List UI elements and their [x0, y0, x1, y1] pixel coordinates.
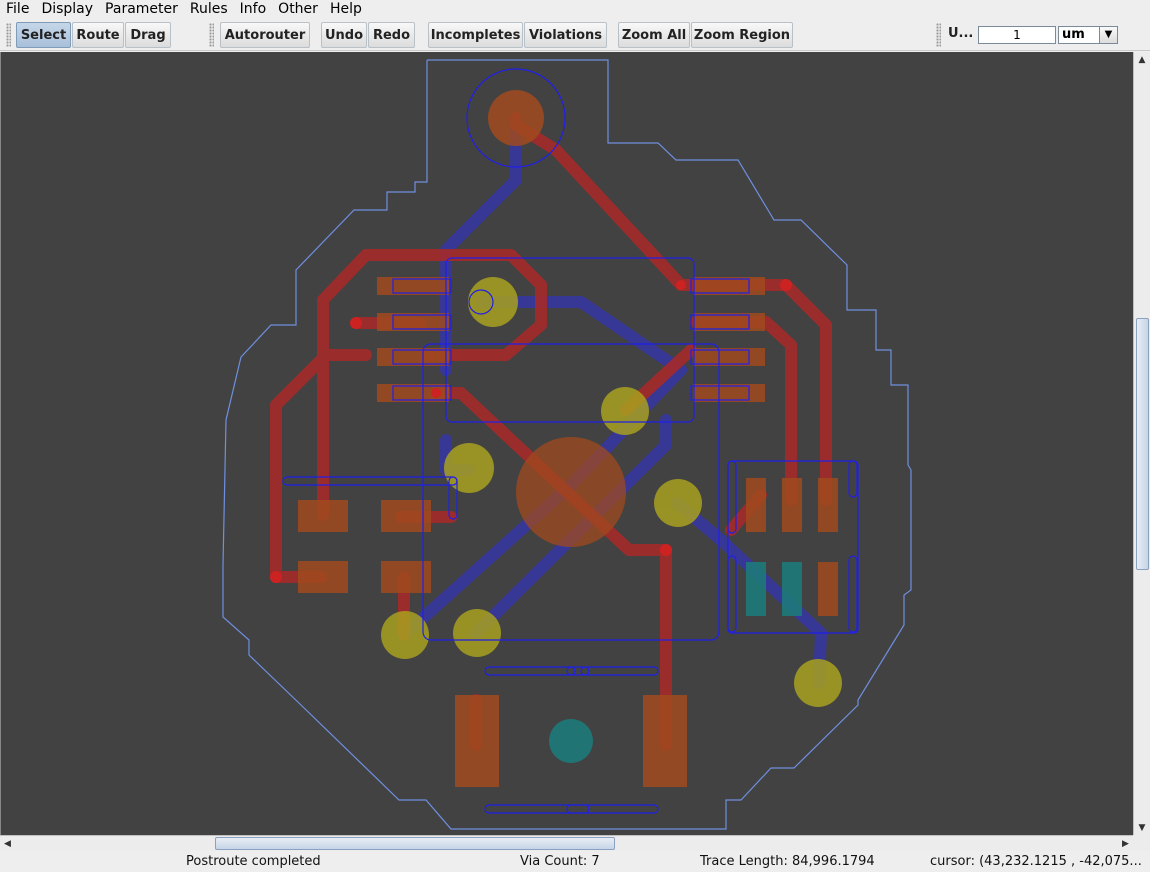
autorouter-button[interactable]: Autorouter [220, 22, 310, 48]
status-bar: Postroute completed Via Count: 7 Trace L… [0, 851, 1150, 872]
menu-bar: File Display Parameter Rules Info Other … [0, 0, 1150, 20]
menu-other[interactable]: Other [272, 0, 324, 20]
menu-rules[interactable]: Rules [184, 0, 234, 20]
scroll-right-icon[interactable]: ▶ [1118, 836, 1133, 851]
violations-button[interactable]: Violations [524, 22, 607, 48]
unit-label: U... [948, 26, 974, 41]
vertical-scrollbar[interactable]: ▲ ▼ [1133, 52, 1150, 835]
unit-value-input[interactable]: 1 [978, 26, 1056, 44]
through-hole-pad [488, 90, 544, 146]
menu-display[interactable]: Display [35, 0, 99, 20]
unit-select-value: um [1062, 27, 1085, 42]
top-layer-traces [270, 112, 832, 751]
center-pad [516, 437, 626, 547]
via-count: Via Count: 7 [520, 854, 600, 869]
menu-file[interactable]: File [0, 0, 35, 20]
select-button[interactable]: Select [16, 22, 71, 48]
redo-button[interactable]: Redo [368, 22, 415, 48]
menu-parameter[interactable]: Parameter [99, 0, 184, 20]
board-canvas[interactable] [0, 52, 1133, 835]
scroll-down-icon[interactable]: ▼ [1134, 820, 1150, 835]
trace-length: Trace Length: 84,996.1794 [700, 854, 875, 869]
horizontal-scroll-thumb[interactable] [215, 837, 615, 850]
vertical-scroll-thumb[interactable] [1136, 318, 1149, 570]
unit-select[interactable]: um ▼ [1058, 26, 1118, 44]
zoom-region-button[interactable]: Zoom Region [691, 22, 793, 48]
toolbar: Select Route Drag Autorouter Undo Redo I… [0, 20, 1150, 51]
chevron-down-icon[interactable]: ▼ [1099, 27, 1117, 43]
toolbar-grip[interactable] [209, 23, 214, 47]
cursor-position: cursor: (43,232.1215 , -42,075... [930, 854, 1142, 869]
zoom-all-button[interactable]: Zoom All [618, 22, 690, 48]
pcb-drawing [222, 59, 912, 830]
drag-button[interactable]: Drag [125, 22, 171, 48]
toolbar-grip[interactable] [936, 23, 941, 47]
scroll-up-icon[interactable]: ▲ [1134, 52, 1150, 67]
scroll-corner [1133, 835, 1150, 851]
horizontal-scrollbar[interactable]: ◀ ▶ [0, 835, 1133, 851]
undo-button[interactable]: Undo [321, 22, 367, 48]
incompletes-button[interactable]: Incompletes [428, 22, 523, 48]
route-button[interactable]: Route [72, 22, 124, 48]
menu-help[interactable]: Help [324, 0, 368, 20]
toolbar-grip[interactable] [6, 23, 11, 47]
scroll-left-icon[interactable]: ◀ [0, 836, 15, 851]
status-message: Postroute completed [186, 854, 321, 869]
menu-info[interactable]: Info [234, 0, 273, 20]
